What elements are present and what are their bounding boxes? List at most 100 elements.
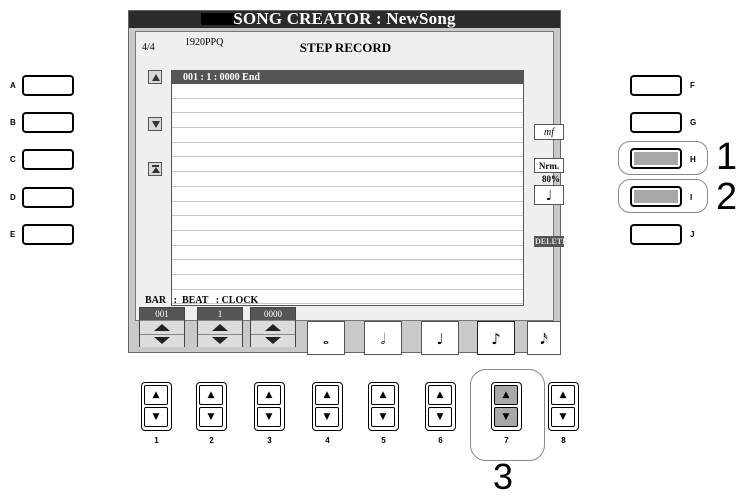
list-item[interactable] — [172, 99, 523, 114]
right-button-f-label: F — [690, 81, 695, 90]
right-button-g-label: G — [690, 118, 697, 127]
clock-value: 0000 — [251, 308, 295, 320]
list-item[interactable] — [172, 172, 523, 187]
resolution: 1920PPQ — [185, 37, 224, 48]
b-button[interactable] — [22, 112, 74, 133]
title-bar: SONG CREATOR : NewSong — [129, 9, 560, 28]
eighth-note-tab[interactable]: ♪ — [477, 321, 515, 355]
top-triangle-icon — [152, 167, 160, 173]
c-button[interactable] — [22, 149, 74, 170]
scroll-down-button[interactable] — [148, 117, 162, 131]
down-triangle-icon — [212, 337, 228, 344]
d-button[interactable] — [22, 187, 74, 208]
up-down-button-4[interactable]: ▲ ▼ — [312, 382, 343, 431]
up-button-6[interactable]: ▲ — [428, 385, 452, 405]
beat-up-arrow[interactable] — [198, 320, 242, 334]
gate-percent: 80% — [542, 174, 560, 184]
down-triangle-icon — [265, 337, 281, 344]
sixteenth-note-tab[interactable]: 𝅘𝅥𝅯 — [527, 321, 561, 355]
button-number-6: 6 — [438, 436, 443, 445]
left-button-a-label: A — [10, 81, 16, 90]
h-button[interactable] — [630, 148, 682, 169]
bar-down-arrow[interactable] — [140, 334, 184, 347]
delete-box[interactable]: DELETE — [534, 236, 567, 247]
i-button[interactable] — [630, 186, 682, 207]
scroll-up-button[interactable] — [148, 70, 162, 84]
down-button-4[interactable]: ▼ — [315, 407, 339, 427]
left-button-e-label: E — [10, 230, 16, 239]
up-button-3[interactable]: ▲ — [257, 385, 281, 405]
up-button-4[interactable]: ▲ — [315, 385, 339, 405]
scroll-top-button[interactable] — [148, 162, 162, 176]
list-item[interactable] — [172, 275, 523, 290]
up-down-button-8[interactable]: ▲ ▼ — [548, 382, 579, 431]
list-item[interactable] — [172, 143, 523, 158]
lcd-screen: SONG CREATOR : NewSong STEP RECORD 4/4 1… — [128, 9, 567, 355]
right-button-h-label: H — [690, 155, 696, 164]
beat-value: 1 — [198, 308, 242, 320]
up-down-button-5[interactable]: ▲ ▼ — [368, 382, 399, 431]
half-note-tab[interactable]: 𝅗𝅥 — [364, 321, 402, 355]
f-button[interactable] — [630, 75, 682, 96]
right-button-j-label: J — [690, 230, 695, 239]
event-list[interactable]: 001 : 1 : 0000 End — [171, 70, 524, 306]
up-triangle-icon — [212, 324, 228, 331]
quarter-note-tab[interactable]: ♩ — [421, 321, 459, 355]
step-record-panel: STEP RECORD 4/4 1920PPQ 001 : 1 : 0000 E… — [135, 31, 554, 321]
up-down-button-2[interactable]: ▲ ▼ — [196, 382, 227, 431]
up-button-8[interactable]: ▲ — [551, 385, 575, 405]
event-list-selected-row[interactable]: 001 : 1 : 0000 End — [172, 71, 523, 84]
down-button-1[interactable]: ▼ — [144, 407, 168, 427]
left-button-c-label: C — [10, 155, 16, 164]
down-button-7[interactable]: ▼ — [494, 407, 518, 427]
button-number-5: 5 — [381, 436, 386, 445]
right-button-i-label: I — [690, 193, 693, 202]
clock-field[interactable]: 0000 — [250, 307, 296, 347]
button-number-3: 3 — [267, 436, 272, 445]
up-button-2[interactable]: ▲ — [199, 385, 223, 405]
down-button-6[interactable]: ▼ — [428, 407, 452, 427]
up-down-button-3[interactable]: ▲ ▼ — [254, 382, 285, 431]
list-item[interactable] — [172, 187, 523, 202]
list-item[interactable] — [172, 157, 523, 173]
button-number-7: 7 — [504, 436, 509, 445]
down-triangle-icon — [154, 337, 170, 344]
whole-note-tab[interactable]: 𝅝 — [307, 321, 345, 355]
list-item[interactable] — [172, 128, 523, 143]
up-down-button-1[interactable]: ▲ ▼ — [141, 382, 172, 431]
list-item[interactable] — [172, 113, 523, 129]
list-item[interactable] — [172, 216, 523, 231]
list-item[interactable] — [172, 202, 523, 217]
list-item[interactable] — [172, 260, 523, 275]
gate-normal-box[interactable]: Nrm. — [534, 158, 564, 173]
down-button-5[interactable]: ▼ — [371, 407, 395, 427]
up-button-5[interactable]: ▲ — [371, 385, 395, 405]
up-button-1[interactable]: ▲ — [144, 385, 168, 405]
beat-down-arrow[interactable] — [198, 334, 242, 347]
up-down-button-6[interactable]: ▲ ▼ — [425, 382, 456, 431]
clock-down-arrow[interactable] — [251, 334, 295, 347]
bar-field[interactable]: 001 — [139, 307, 185, 347]
down-button-3[interactable]: ▼ — [257, 407, 281, 427]
a-button[interactable] — [22, 75, 74, 96]
list-item[interactable] — [172, 84, 523, 99]
list-item[interactable] — [172, 246, 523, 261]
down-button-8[interactable]: ▼ — [551, 407, 575, 427]
up-triangle-icon — [265, 324, 281, 331]
up-button-7[interactable]: ▲ — [494, 385, 518, 405]
bar-up-arrow[interactable] — [140, 320, 184, 334]
velocity-mf-box[interactable]: mf — [534, 124, 564, 140]
down-button-2[interactable]: ▼ — [199, 407, 223, 427]
callout-3: 3 — [493, 456, 514, 497]
callout-2: 2 — [716, 176, 738, 218]
list-item[interactable] — [172, 231, 523, 246]
screen-title: SONG CREATOR : NewSong — [233, 9, 456, 28]
bar-value: 001 — [140, 308, 184, 320]
e-button[interactable] — [22, 224, 74, 245]
beat-field[interactable]: 1 — [197, 307, 243, 347]
gate-note-box[interactable]: ♩ — [534, 185, 564, 205]
clock-up-arrow[interactable] — [251, 320, 295, 334]
g-button[interactable] — [630, 112, 682, 133]
up-down-button-7[interactable]: ▲ ▼ — [491, 382, 522, 431]
j-button[interactable] — [630, 224, 682, 245]
